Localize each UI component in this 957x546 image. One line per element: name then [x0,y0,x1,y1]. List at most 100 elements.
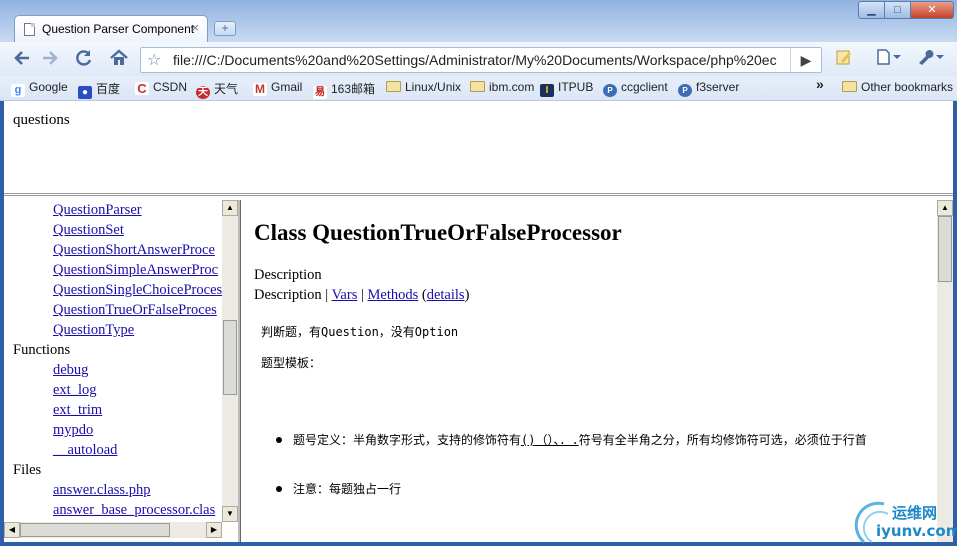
minimize-button[interactable]: ▁ [858,1,885,19]
bookmark-folder-ibm[interactable]: ibm.com [470,80,534,94]
navigation-tree: QuestionParser QuestionSet QuestionShort… [4,200,224,520]
wrench-icon[interactable] [915,48,945,72]
bookmark-gmail[interactable]: M Gmail [253,80,302,96]
bookmark-label: CSDN [153,80,188,94]
nav-methods-link[interactable]: Methods [368,287,419,303]
nav-description: Description [254,287,322,303]
page-content: questions QuestionParser QuestionSet Que… [4,101,953,542]
class-link[interactable]: QuestionParser [53,202,142,219]
function-link[interactable]: ext_trim [53,402,102,419]
tab-close-icon[interactable]: × [191,20,199,35]
bullet-icon [276,437,282,443]
new-tab-button[interactable]: + [214,21,236,36]
folder-icon [386,81,401,92]
reload-icon[interactable] [72,48,96,72]
close-window-button[interactable]: ✕ [910,1,954,19]
csdn-icon: C [135,82,149,95]
weather-icon: 天 [196,86,210,99]
bookmark-f3server[interactable]: Pf3server [678,80,739,97]
bookmark-google[interactable]: g Google [11,80,68,97]
bookmark-csdn[interactable]: C CSDN [135,80,187,95]
bullet-item-2: 注意：每题独占一行 [293,482,402,496]
section-nav: Description | Vars | Methods (details) [254,287,469,304]
star-icon[interactable]: ☆ [147,50,161,70]
home-icon[interactable] [106,48,132,72]
class-link[interactable]: QuestionTrueOrFalseProces [53,302,217,319]
bookmark-folder-linux[interactable]: Linux/Unix [386,80,461,94]
class-link[interactable]: QuestionSet [53,222,124,239]
scroll-left-icon[interactable]: ◀ [4,522,20,538]
bookmark-label: Google [29,80,68,94]
bookmark-163[interactable]: 易 163邮箱 [313,80,375,99]
url-text[interactable]: file:///C:/Documents%20and%20Settings/Ad… [173,52,793,68]
bullet-text: 符号有全半角之分，所有均修饰符可选，必须位于行首 [578,433,867,447]
right-vertical-scrollbar[interactable]: ▲ [937,200,953,542]
go-icon[interactable]: ▶ [790,48,821,72]
tab-active[interactable]: Question Parser Component × [14,15,208,43]
bookmark-label: Linux/Unix [405,80,462,94]
class-intro: 判断题，有Question，没有Option [261,325,459,339]
description-label: Description [254,267,322,283]
folder-icon [470,81,485,92]
other-bookmarks[interactable]: Other bookmarks [842,80,953,94]
watermark-en: iyunv.com [876,522,957,540]
class-link[interactable]: QuestionShortAnswerProce [53,242,215,259]
class-link[interactable]: QuestionSingleChoiceProces [53,282,222,299]
left-horizontal-scrollbar[interactable]: ◀ ▶ [4,522,222,538]
bookmark-itpub[interactable]: I ITPUB [540,80,593,97]
function-link[interactable]: mypdo [53,422,93,439]
nav-paren: ( [418,287,427,303]
bookmarks-overflow-chevron-icon[interactable]: » [816,76,824,92]
scroll-up-icon[interactable]: ▲ [222,200,238,216]
bookmark-label: f3server [696,80,740,94]
bookmark-label: ccgclient [621,80,668,94]
page-menu-icon[interactable] [876,48,902,72]
scroll-thumb[interactable] [20,523,170,537]
bookmark-baidu[interactable]: ● 百度 [78,80,120,99]
baidu-icon: ● [78,86,92,99]
bookmark-label: ITPUB [558,80,594,94]
bookmark-ccgclient[interactable]: Pccgclient [603,80,668,97]
bullet-text: 题号定义：半角数字形式，支持的修饰符有 [293,433,522,447]
php-icon: P [603,84,617,97]
watermark-logo: 运维网 iyunv.com [854,500,957,544]
function-link[interactable]: ext_log [53,382,97,399]
file-link[interactable]: answer_base_processor.clas [53,502,215,519]
left-vertical-scrollbar[interactable]: ▲ ▼ [222,200,238,522]
back-icon[interactable] [10,48,34,72]
scroll-thumb[interactable] [223,320,237,395]
top-frame: questions [4,101,953,196]
bookmark-label: 百度 [96,82,121,96]
nav-separator: | [321,287,332,303]
template-label: 题型模板： [261,356,322,370]
top-frame-title: questions [13,112,70,128]
function-link[interactable]: debug [53,362,88,379]
folder-icon [842,81,857,92]
nav-separator: | [357,287,368,303]
class-link[interactable]: QuestionType [53,322,134,339]
maximize-button[interactable]: □ [884,1,911,19]
bookmark-label: 163邮箱 [331,82,376,96]
function-link[interactable]: __autoload [53,442,117,459]
page-favicon-icon [24,23,35,36]
scroll-thumb[interactable] [938,216,952,282]
bookmark-label: ibm.com [489,80,535,94]
nav-details-link[interactable]: details [427,287,465,303]
forward-icon[interactable] [38,48,62,72]
file-link[interactable]: answer.class.php [53,482,150,499]
class-link[interactable]: QuestionSimpleAnswerProc [53,262,218,279]
nav-vars-link[interactable]: Vars [332,287,358,303]
bookmark-edit-icon[interactable] [835,48,853,72]
bookmark-weather[interactable]: 天天气 [196,80,238,99]
nav-paren: ) [464,287,470,303]
bullet-icon [276,486,282,492]
scroll-up-icon[interactable]: ▲ [937,200,953,216]
files-heading: Files [13,462,42,478]
scroll-right-icon[interactable]: ▶ [206,522,222,538]
other-bookmarks-label: Other bookmarks [861,80,954,94]
itpub-icon: I [540,84,554,97]
address-bar[interactable]: ☆ file:///C:/Documents%20and%20Settings/… [140,47,822,73]
bullet-item-1: 题号定义：半角数字形式，支持的修饰符有()（）、．.符号有全半角之分，所有均修饰… [293,431,867,448]
php-icon: P [678,84,692,97]
scroll-down-icon[interactable]: ▼ [222,506,238,522]
